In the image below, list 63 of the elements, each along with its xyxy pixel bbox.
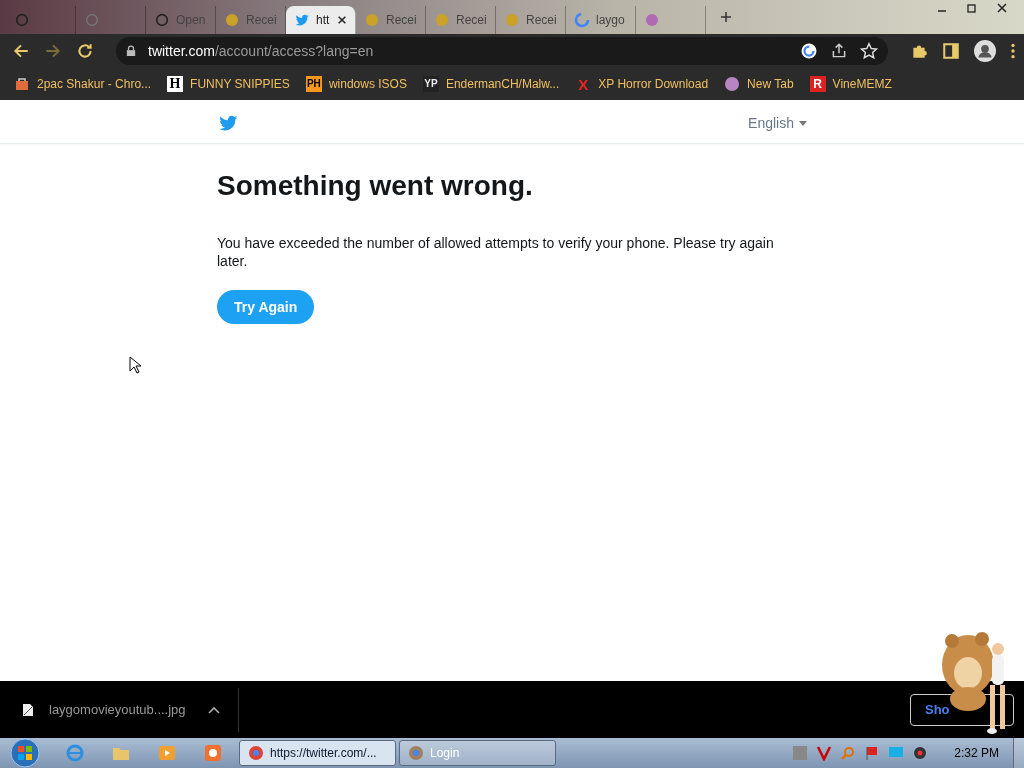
error-message: You have exceeded the number of allowed attempts to verify your phone. Please try again later. xyxy=(217,234,775,270)
back-icon[interactable] xyxy=(12,42,30,60)
tab-title: Recei xyxy=(386,13,417,27)
mouse-cursor-icon xyxy=(129,356,141,374)
download-item[interactable]: laygomovieyoutub....jpg xyxy=(22,687,239,732)
bookmark[interactable]: H FUNNY SNIPPIES xyxy=(167,76,290,92)
bag-icon xyxy=(14,76,30,92)
bookmark-icon: R xyxy=(809,76,826,92)
bookmark[interactable]: New Tab xyxy=(724,76,794,92)
coin-icon xyxy=(434,12,450,28)
lock-icon xyxy=(126,45,136,57)
tab-title: Recei xyxy=(526,13,557,27)
file-name: laygomovieyoutub....jpg xyxy=(49,702,186,717)
bookmark[interactable]: R VineMEMZ xyxy=(809,76,892,92)
address-bar[interactable]: twitter.com/account/access?lang=en xyxy=(116,37,888,65)
forward-icon[interactable] xyxy=(44,42,62,60)
close-icon[interactable] xyxy=(996,2,1008,14)
speaker-icon[interactable] xyxy=(912,745,929,761)
window-icon xyxy=(408,745,424,761)
coin-icon xyxy=(504,12,520,28)
restore-icon[interactable] xyxy=(966,2,978,14)
bookmark[interactable]: YP EndermanCH/Malw... xyxy=(422,76,560,92)
tab-title: laygo xyxy=(596,13,626,27)
start-button[interactable] xyxy=(8,738,42,768)
error-title: Something went wrong. xyxy=(217,170,534,202)
reload-icon[interactable] xyxy=(76,42,94,60)
tab-title: Recei xyxy=(456,13,487,27)
bookmark-icon: PH xyxy=(305,76,322,92)
tab-title: Recei xyxy=(246,13,277,27)
side-panel-icon[interactable] xyxy=(942,42,960,60)
profile-icon[interactable] xyxy=(974,40,996,62)
browser-tab[interactable]: htt xyxy=(286,6,356,34)
menu-icon[interactable] xyxy=(1010,42,1016,60)
url-text: twitter.com/account/access?lang=en xyxy=(148,43,374,59)
caret-icon xyxy=(799,120,807,126)
ball-icon xyxy=(644,12,660,28)
bookmark-icon: H xyxy=(167,76,184,92)
show-desktop-button[interactable] xyxy=(1013,738,1024,768)
taskbar-window[interactable]: https://twitter.com/... xyxy=(239,740,396,766)
language-dropdown[interactable]: English xyxy=(748,115,807,131)
app-icon[interactable] xyxy=(203,743,223,763)
ball-icon xyxy=(724,76,741,92)
window-icon xyxy=(248,745,264,761)
tab-title: htt xyxy=(316,13,331,27)
new-tab-icon[interactable] xyxy=(720,11,732,23)
google-icon xyxy=(574,12,590,28)
google-icon[interactable] xyxy=(800,42,818,60)
clock: 2:32 PM xyxy=(954,746,999,760)
coin-icon xyxy=(364,12,380,28)
bookmark-icon: YP xyxy=(422,76,439,92)
close-icon[interactable] xyxy=(337,15,347,25)
chevron-up-icon[interactable] xyxy=(207,705,220,714)
bird-icon xyxy=(294,12,310,28)
tray-icon[interactable] xyxy=(816,745,833,761)
coin-icon xyxy=(224,12,240,28)
bookmark[interactable]: 2pac Shakur - Chro... xyxy=(14,76,152,92)
bookmark[interactable]: PH windows ISOS xyxy=(305,76,407,92)
bookmark[interactable]: X XP Horror Download xyxy=(575,76,709,92)
file-icon xyxy=(22,702,34,717)
bookmark-icon: X xyxy=(575,76,592,92)
share-icon[interactable] xyxy=(830,42,848,60)
star-icon[interactable] xyxy=(860,42,878,60)
media-player-icon[interactable] xyxy=(157,743,177,763)
